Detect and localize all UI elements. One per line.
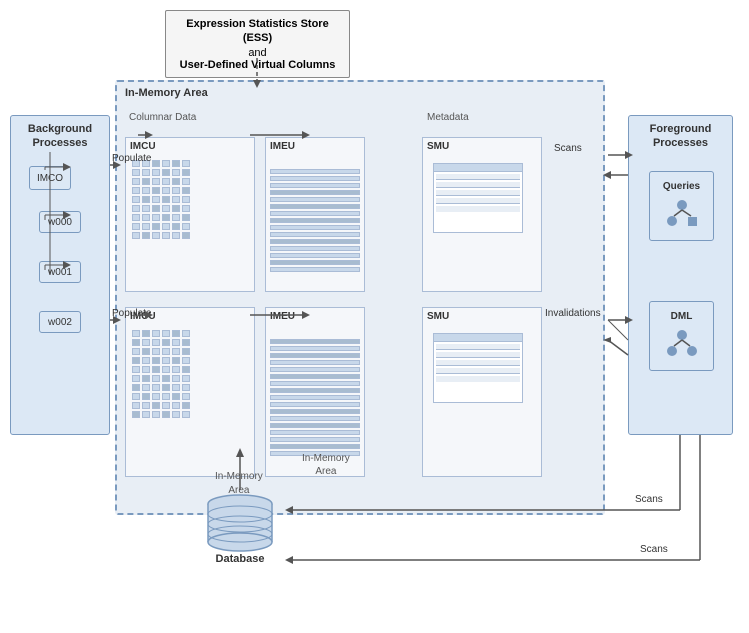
smu-label-1: SMU bbox=[423, 138, 541, 155]
dml-icon bbox=[662, 327, 702, 362]
inmemory-area-bottom-label: In-MemoryArea bbox=[302, 452, 350, 478]
w002-node: w002 bbox=[39, 311, 81, 333]
ess-subtitle2: User-Defined Virtual Columns bbox=[176, 59, 339, 71]
svg-text:Scans: Scans bbox=[640, 544, 668, 555]
foreground-title: ForegroundProcesses bbox=[629, 116, 732, 155]
imeu-label-1: IMEU bbox=[266, 138, 364, 155]
smu-label-2: SMU bbox=[423, 308, 541, 325]
database-icon bbox=[200, 490, 280, 555]
dml-node: DML bbox=[649, 301, 714, 371]
imcu-label-2: IMCU bbox=[126, 308, 254, 325]
imeu-label-2: IMEU bbox=[266, 308, 364, 325]
queries-node: Queries bbox=[649, 171, 714, 241]
svg-text:Scans: Scans bbox=[635, 494, 663, 505]
inmemory-bottom-label: In-MemoryArea bbox=[215, 470, 263, 498]
ess-box: Expression Statistics Store (ESS) and Us… bbox=[165, 10, 350, 78]
imco-node: IMCO bbox=[29, 166, 71, 190]
imcu-label-1: IMCU bbox=[126, 138, 254, 155]
foreground-processes-panel: ForegroundProcesses Queries DML bbox=[628, 115, 733, 435]
imcu-box-1: IMCU bbox=[125, 137, 255, 292]
database-cylinder: Database bbox=[200, 490, 280, 565]
dml-label: DML bbox=[671, 311, 693, 322]
background-processes-panel: BackgroundProcesses IMCO w000 w001 w002 bbox=[10, 115, 110, 435]
smu-box-1: SMU bbox=[422, 137, 542, 292]
metadata-label: Metadata bbox=[427, 112, 469, 123]
w000-node: w000 bbox=[39, 211, 81, 233]
smu-box-2: SMU bbox=[422, 307, 542, 477]
background-title: BackgroundProcesses bbox=[11, 116, 109, 155]
inmemory-title: In-Memory Area bbox=[117, 82, 603, 104]
w001-node: w001 bbox=[39, 261, 81, 283]
inmemory-area-panel: In-Memory Area Columnar Data Metadata IM… bbox=[115, 80, 605, 515]
ess-subtitle: and bbox=[176, 47, 339, 59]
queries-label: Queries bbox=[663, 181, 700, 192]
ess-title: Expression Statistics Store (ESS) bbox=[176, 17, 339, 46]
columnar-label: Columnar Data bbox=[129, 112, 196, 123]
imeu-box-1: IMEU bbox=[265, 137, 365, 292]
queries-icon bbox=[662, 197, 702, 232]
imcu-box-2: IMCU bbox=[125, 307, 255, 477]
diagram: Expression Statistics Store (ESS) and Us… bbox=[0, 0, 749, 633]
